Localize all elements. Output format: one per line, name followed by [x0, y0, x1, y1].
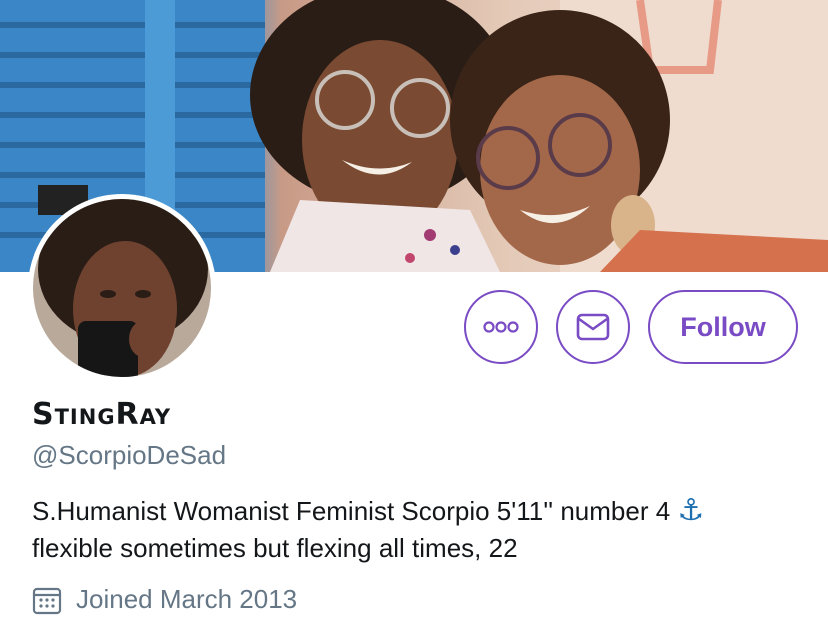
message-button[interactable] — [556, 290, 630, 364]
profile-avatar[interactable] — [28, 194, 216, 382]
avatar-photo — [33, 199, 211, 377]
profile-handle: @ScorpioDeSad — [32, 440, 227, 470]
profile-bio: S.Humanist Womanist Feminist Scorpio 5'1… — [32, 492, 812, 567]
more-options-button[interactable] — [464, 290, 538, 364]
display-name: StingRay — [32, 397, 172, 432]
more-dots-icon — [483, 321, 519, 333]
profile-actions: Follow — [464, 290, 798, 364]
profile-header: Follow StingRay @ScorpioDeSad S.Humanist… — [0, 0, 828, 629]
joined-date: Joined March 2013 — [32, 584, 297, 615]
bio-line-1: S.Humanist Womanist Feminist Scorpio 5'1… — [32, 492, 812, 530]
bio-line-2: flexible sometimes but flexing all times… — [32, 533, 518, 563]
envelope-icon — [576, 313, 610, 341]
follow-button[interactable]: Follow — [648, 290, 798, 364]
joined-text: Joined March 2013 — [76, 584, 298, 614]
calendar-icon — [32, 587, 62, 614]
bio-line-1-text: S.Humanist Womanist Feminist Scorpio 5'1… — [32, 496, 671, 526]
anchor-emoji: ⚓ — [677, 494, 705, 527]
